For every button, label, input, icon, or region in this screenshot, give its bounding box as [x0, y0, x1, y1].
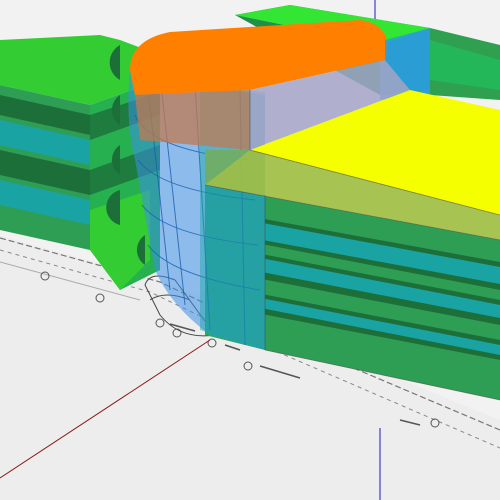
- 3d-viewport[interactable]: [0, 0, 500, 500]
